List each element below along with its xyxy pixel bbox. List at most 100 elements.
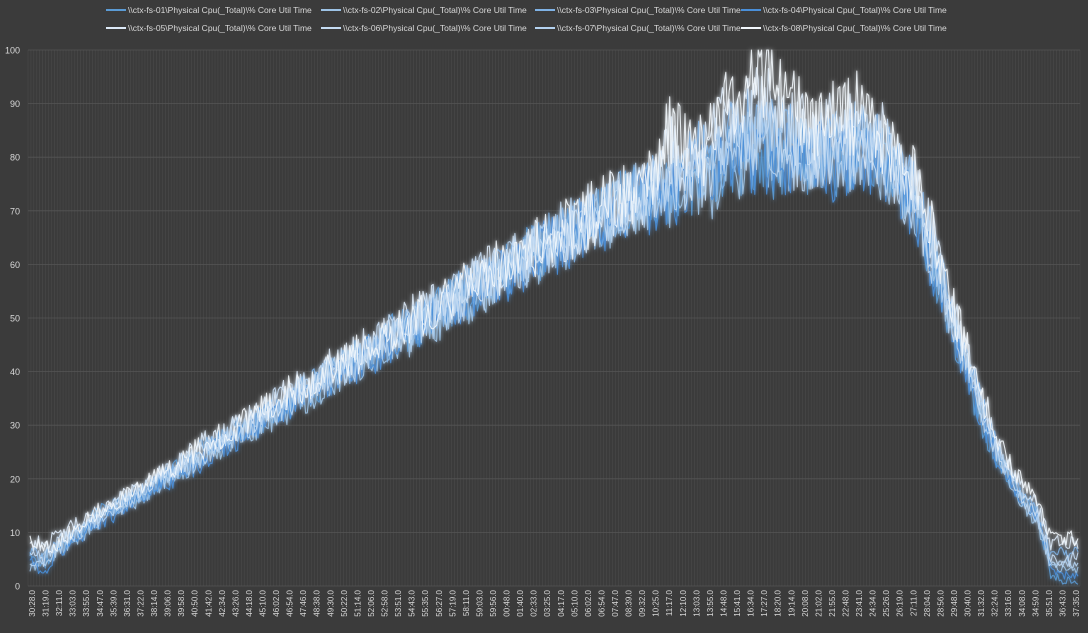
x-tick-label: 05:10.0: [570, 589, 579, 616]
chart-canvas: 0 10 20 30 40 50 60 70 80 90 100 30:28.0 31:19.0 32:…: [0, 0, 1088, 628]
x-tick-label: 08:39.0: [625, 589, 634, 616]
x-tick-label: 46:54.0: [286, 589, 295, 616]
legend-label: \\ctx-fs-07\Physical Cpu(_Total)\% Core …: [557, 23, 741, 33]
legend-item: \\ctx-fs-04\Physical Cpu(_Total)\% Core …: [741, 5, 947, 15]
x-tick-label: 25:26.0: [882, 589, 891, 616]
x-tick-label: 14:48.0: [719, 589, 728, 616]
x-tick-label: 34:47.0: [96, 589, 105, 616]
x-tick-label: 03:25.0: [543, 589, 552, 616]
y-tick-label: 80: [10, 153, 20, 163]
y-tick-label: 100: [5, 46, 20, 56]
x-tick-label: 30:28.0: [28, 589, 37, 616]
legend-label: \\ctx-fs-05\Physical Cpu(_Total)\% Core …: [128, 23, 312, 33]
y-tick-label: 50: [10, 314, 20, 324]
x-tick-label: 21:55.0: [828, 589, 837, 616]
legend-item: \\ctx-fs-02\Physical Cpu(_Total)\% Core …: [321, 5, 527, 15]
x-tick-label: 37:35.0: [1072, 589, 1081, 616]
x-tick-label: 48:38.0: [313, 589, 322, 616]
x-tick-label: 17:27.0: [760, 589, 769, 616]
legend-label: \\ctx-fs-03\Physical Cpu(_Total)\% Core …: [557, 5, 741, 15]
grid-lines: [27, 49, 1081, 587]
x-tick-label: 35:39.0: [109, 589, 118, 616]
x-tick-label: 55:35.0: [421, 589, 430, 616]
legend-item: \\ctx-fs-03\Physical Cpu(_Total)\% Core …: [535, 5, 741, 15]
y-tick-label: 0: [15, 582, 20, 592]
x-tick-label: 32:24.0: [991, 589, 1000, 616]
legend-label: \\ctx-fs-08\Physical Cpu(_Total)\% Core …: [763, 23, 947, 33]
x-tick-label: 45:10.0: [258, 589, 267, 616]
x-tick-label: 06:02.0: [584, 589, 593, 616]
y-tick-label: 30: [10, 421, 20, 431]
x-tick-label: 13:55.0: [706, 589, 715, 616]
x-tick-label: 57:19.0: [448, 589, 457, 616]
legend-label: \\ctx-fs-01\Physical Cpu(_Total)\% Core …: [128, 5, 312, 15]
x-tick-label: 31:32.0: [977, 589, 986, 616]
x-tick-label: 54:43.0: [408, 589, 417, 616]
x-tick-label: 01:40.0: [516, 589, 525, 616]
x-tick-label: 39:58.0: [177, 589, 186, 616]
legend-item: \\ctx-fs-01\Physical Cpu(_Total)\% Core …: [106, 5, 312, 15]
x-tick-label: 53:51.0: [394, 589, 403, 616]
legend-item: \\ctx-fs-05\Physical Cpu(_Total)\% Core …: [106, 23, 312, 33]
x-tick-label: 19:14.0: [787, 589, 796, 616]
x-tick-label: 32:11.0: [55, 589, 64, 616]
x-tick-label: 12:10.0: [679, 589, 688, 616]
x-tick-label: 52:06.0: [367, 589, 376, 616]
x-tick-label: 51:14.0: [353, 589, 362, 616]
x-tick-label: 10:25.0: [652, 589, 661, 616]
x-tick-label: 35:51.0: [1045, 589, 1054, 616]
x-tick-label: 47:46.0: [299, 589, 308, 616]
x-tick-label: 06:54.0: [597, 589, 606, 616]
x-tick-label: 00:48.0: [503, 589, 512, 616]
x-tick-label: 34:08.0: [1018, 589, 1027, 616]
y-tick-label: 20: [10, 474, 20, 484]
x-tick-label: 22:48.0: [842, 589, 851, 616]
x-tick-label: 18:20.0: [774, 589, 783, 616]
x-tick-label: 56:27.0: [435, 589, 444, 616]
y-tick-label: 40: [10, 367, 20, 377]
x-tick-label: 07:47.0: [611, 589, 620, 616]
x-tick-label: 29:48.0: [950, 589, 959, 616]
x-tick-label: 21:02.0: [814, 589, 823, 616]
x-tick-label: 28:56.0: [936, 589, 945, 616]
x-tick-label: 24:34.0: [869, 589, 878, 616]
x-tick-label: 28:04.0: [923, 589, 932, 616]
legend-item: \\ctx-fs-07\Physical Cpu(_Total)\% Core …: [535, 23, 741, 33]
x-tick-label: 40:50.0: [191, 589, 200, 616]
x-tick-label: 04:17.0: [557, 589, 566, 616]
x-tick-label: 46:02.0: [272, 589, 281, 616]
x-tick-label: 58:11.0: [462, 589, 471, 616]
x-tick-label: 50:22.0: [340, 589, 349, 616]
x-tick-label: 42:34.0: [218, 589, 227, 616]
x-tick-label: 34:59.0: [1031, 589, 1040, 616]
x-tick-label: 30:40.0: [964, 589, 973, 616]
x-tick-label: 13:03.0: [692, 589, 701, 616]
legend-label: \\ctx-fs-02\Physical Cpu(_Total)\% Core …: [343, 5, 527, 15]
x-tick-label: 59:56.0: [489, 589, 498, 616]
x-tick-label: 38:14.0: [150, 589, 159, 616]
x-tick-label: 36:31.0: [123, 589, 132, 616]
legend-label: \\ctx-fs-06\Physical Cpu(_Total)\% Core …: [343, 23, 527, 33]
cpu-utilization-chart: 0 10 20 30 40 50 60 70 80 90 100 30:28.0 31:19.0 32:…: [0, 0, 1088, 628]
y-tick-label: 10: [10, 528, 20, 538]
x-tick-label: 59:03.0: [475, 589, 484, 616]
legend-label: \\ctx-fs-04\Physical Cpu(_Total)\% Core …: [763, 5, 947, 15]
x-tick-label: 44:18.0: [245, 589, 254, 616]
x-tick-label: 52:58.0: [381, 589, 390, 616]
x-tick-label: 02:33.0: [530, 589, 539, 616]
y-tick-label: 70: [10, 206, 20, 216]
legend-item: \\ctx-fs-06\Physical Cpu(_Total)\% Core …: [321, 23, 527, 33]
x-tick-label: 33:16.0: [1004, 589, 1013, 616]
x-tick-label: 37:22.0: [136, 589, 145, 616]
y-tick-label: 90: [10, 99, 20, 109]
x-tick-label: 15:41.0: [733, 589, 742, 616]
x-tick-label: 41:42.0: [204, 589, 213, 616]
x-tick-label: 26:19.0: [896, 589, 905, 616]
y-tick-label: 60: [10, 260, 20, 270]
x-tick-label: 23:41.0: [855, 589, 864, 616]
x-tick-label: 11:17.0: [665, 589, 674, 616]
x-tick-label: 36:43.0: [1058, 589, 1067, 616]
x-tick-label: 16:34.0: [747, 589, 756, 616]
x-tick-label: 33:03.0: [69, 589, 78, 616]
x-tick-label: 27:11.0: [909, 589, 918, 616]
